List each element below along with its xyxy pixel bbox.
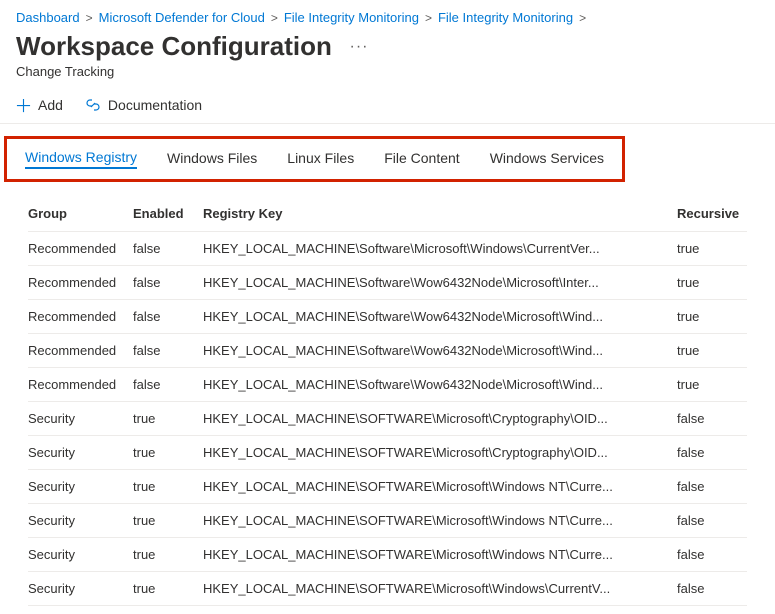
cell-group: Recommended <box>28 241 133 256</box>
column-header-group[interactable]: Group <box>28 206 133 221</box>
cell-enabled: true <box>133 479 203 494</box>
cell-enabled: false <box>133 241 203 256</box>
tab-linux-files[interactable]: Linux Files <box>287 150 354 168</box>
documentation-label: Documentation <box>108 97 202 113</box>
column-header-enabled[interactable]: Enabled <box>133 206 203 221</box>
cell-recursive: false <box>677 513 747 528</box>
documentation-link[interactable]: Documentation <box>85 97 202 113</box>
table-row[interactable]: SecuritytrueHKEY_LOCAL_MACHINE\SOFTWARE\… <box>28 436 747 470</box>
cell-enabled: true <box>133 513 203 528</box>
registry-table: Group Enabled Registry Key Recursive Rec… <box>0 182 775 614</box>
cell-recursive: false <box>677 581 747 596</box>
cell-enabled: true <box>133 445 203 460</box>
cell-recursive: false <box>677 411 747 426</box>
table-row[interactable]: SecuritytrueHKEY_LOCAL_MACHINE\SOFTWARE\… <box>28 402 747 436</box>
cell-group: Recommended <box>28 309 133 324</box>
table-row[interactable]: RecommendedfalseHKEY_LOCAL_MACHINE\Softw… <box>28 334 747 368</box>
chevron-right-icon: > <box>423 11 434 25</box>
page-header: Workspace Configuration ··· Change Track… <box>0 31 775 87</box>
cell-recursive: true <box>677 309 747 324</box>
breadcrumb-link[interactable]: File Integrity Monitoring <box>438 10 573 25</box>
cell-enabled: false <box>133 275 203 290</box>
chevron-right-icon: > <box>577 11 588 25</box>
cell-registry-key: HKEY_LOCAL_MACHINE\SOFTWARE\Microsoft\Cr… <box>203 411 677 426</box>
cell-group: Security <box>28 513 133 528</box>
table-row[interactable]: RecommendedfalseHKEY_LOCAL_MACHINE\Softw… <box>28 300 747 334</box>
cell-registry-key: HKEY_LOCAL_MACHINE\SOFTWARE\Microsoft\Wi… <box>203 513 677 528</box>
breadcrumb: Dashboard > Microsoft Defender for Cloud… <box>0 0 775 31</box>
chevron-right-icon: > <box>269 11 280 25</box>
add-label: Add <box>38 97 63 113</box>
cell-recursive: true <box>677 343 747 358</box>
cell-recursive: false <box>677 479 747 494</box>
cell-recursive: false <box>677 547 747 562</box>
page-subtitle: Change Tracking <box>16 64 759 79</box>
table-header-row: Group Enabled Registry Key Recursive <box>28 200 747 232</box>
table-row[interactable]: RecommendedfalseHKEY_LOCAL_MACHINE\Softw… <box>28 368 747 402</box>
cell-enabled: false <box>133 377 203 392</box>
cell-recursive: false <box>677 445 747 460</box>
cell-group: Security <box>28 411 133 426</box>
table-row[interactable]: SecuritytrueHKEY_LOCAL_MACHINE\SOFTWARE\… <box>28 572 747 606</box>
cell-enabled: false <box>133 343 203 358</box>
cell-group: Recommended <box>28 343 133 358</box>
cell-enabled: true <box>133 547 203 562</box>
add-button[interactable]: Add <box>16 97 63 113</box>
cell-group: Recommended <box>28 377 133 392</box>
cell-group: Security <box>28 581 133 596</box>
cell-recursive: true <box>677 275 747 290</box>
table-row[interactable]: RecommendedfalseHKEY_LOCAL_MACHINE\Softw… <box>28 232 747 266</box>
plus-icon <box>16 98 31 113</box>
breadcrumb-link[interactable]: Dashboard <box>16 10 80 25</box>
tab-windows-registry[interactable]: Windows Registry <box>25 149 137 169</box>
toolbar: Add Documentation <box>0 87 775 124</box>
cell-registry-key: HKEY_LOCAL_MACHINE\Software\Wow6432Node\… <box>203 309 677 324</box>
table-row[interactable]: RecommendedfalseHKEY_LOCAL_MACHINE\Softw… <box>28 266 747 300</box>
tab-windows-services[interactable]: Windows Services <box>490 150 604 168</box>
tab-windows-files[interactable]: Windows Files <box>167 150 257 168</box>
tabs-container: Windows Registry Windows Files Linux Fil… <box>0 124 775 182</box>
tabs-highlight-box: Windows Registry Windows Files Linux Fil… <box>4 136 625 182</box>
column-header-key[interactable]: Registry Key <box>203 206 677 221</box>
cell-registry-key: HKEY_LOCAL_MACHINE\Software\Wow6432Node\… <box>203 275 677 290</box>
cell-recursive: true <box>677 241 747 256</box>
chevron-right-icon: > <box>84 11 95 25</box>
cell-registry-key: HKEY_LOCAL_MACHINE\SOFTWARE\Microsoft\Cr… <box>203 445 677 460</box>
cell-group: Recommended <box>28 275 133 290</box>
more-menu-button[interactable]: ··· <box>336 38 369 55</box>
table-row[interactable]: SecuritytrueHKEY_LOCAL_MACHINE\SOFTWARE\… <box>28 538 747 572</box>
cell-registry-key: HKEY_LOCAL_MACHINE\Software\Wow6432Node\… <box>203 377 677 392</box>
cell-enabled: false <box>133 309 203 324</box>
cell-registry-key: HKEY_LOCAL_MACHINE\SOFTWARE\Microsoft\Wi… <box>203 581 677 596</box>
page-title: Workspace Configuration <box>16 31 332 62</box>
cell-enabled: true <box>133 411 203 426</box>
cell-registry-key: HKEY_LOCAL_MACHINE\Software\Microsoft\Wi… <box>203 241 677 256</box>
cell-registry-key: HKEY_LOCAL_MACHINE\SOFTWARE\Microsoft\Wi… <box>203 547 677 562</box>
cell-group: Security <box>28 547 133 562</box>
link-icon <box>85 97 101 113</box>
cell-group: Security <box>28 445 133 460</box>
column-header-recursive[interactable]: Recursive <box>677 206 747 221</box>
cell-recursive: true <box>677 377 747 392</box>
cell-registry-key: HKEY_LOCAL_MACHINE\Software\Wow6432Node\… <box>203 343 677 358</box>
table-row[interactable]: SecuritytrueHKEY_LOCAL_MACHINE\SOFTWARE\… <box>28 504 747 538</box>
breadcrumb-link[interactable]: Microsoft Defender for Cloud <box>99 10 265 25</box>
cell-enabled: true <box>133 581 203 596</box>
tab-file-content[interactable]: File Content <box>384 150 459 168</box>
cell-registry-key: HKEY_LOCAL_MACHINE\SOFTWARE\Microsoft\Wi… <box>203 479 677 494</box>
cell-group: Security <box>28 479 133 494</box>
breadcrumb-link[interactable]: File Integrity Monitoring <box>284 10 419 25</box>
table-row[interactable]: SecuritytrueHKEY_LOCAL_MACHINE\SOFTWARE\… <box>28 470 747 504</box>
